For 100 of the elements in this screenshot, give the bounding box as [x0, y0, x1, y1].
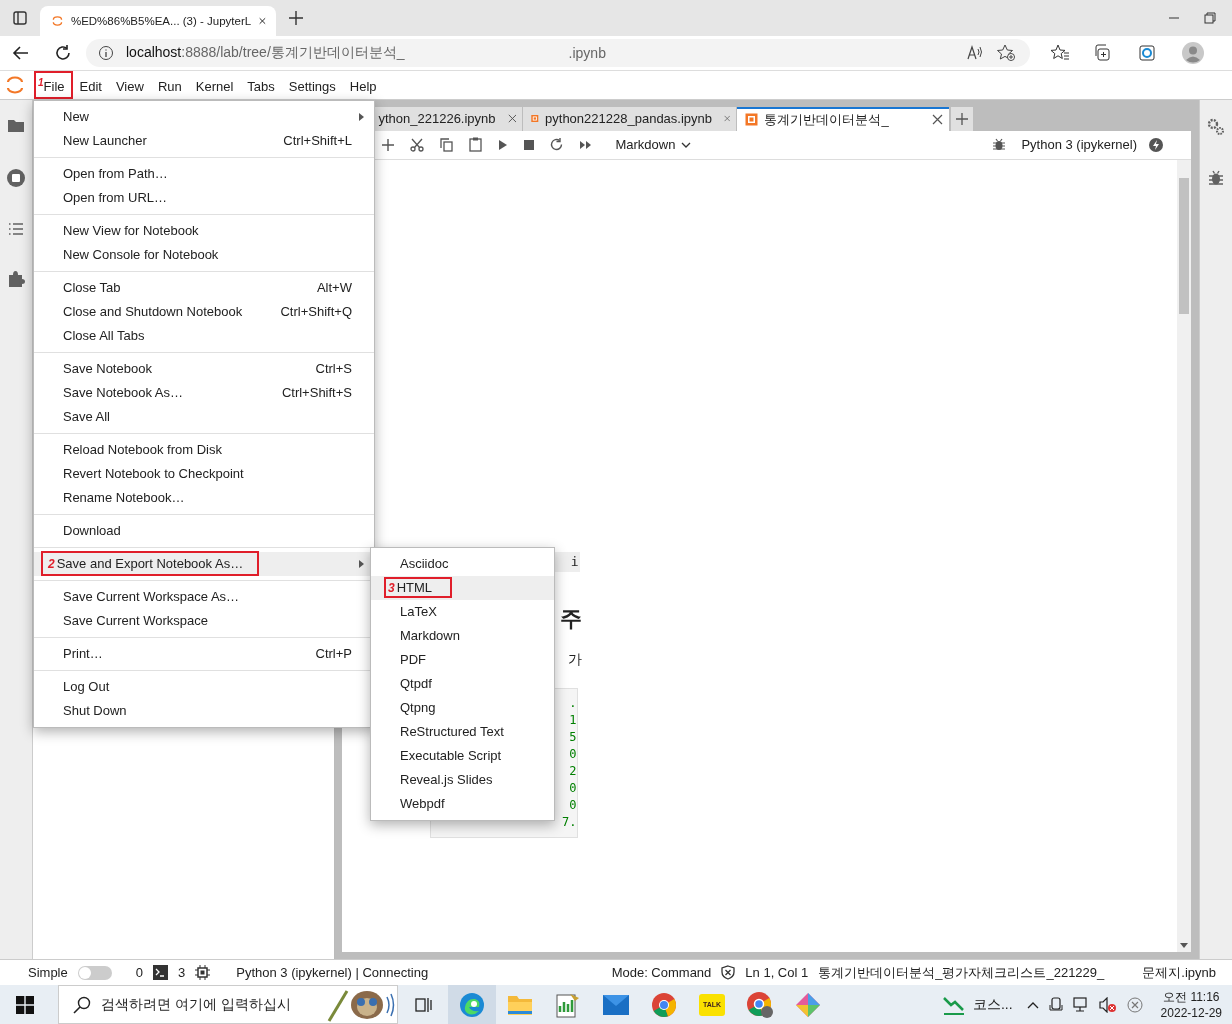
copy-icon[interactable]	[440, 137, 454, 152]
menu-item[interactable]: Close Tab Alt+W	[34, 275, 374, 300]
text-fragment: 가	[568, 650, 583, 667]
menu-item[interactable]: Rename Notebook…	[34, 485, 374, 510]
taskbar-search-field[interactable]: 검색하려면 여기에 입력하십시	[58, 985, 398, 1024]
notebook-tab[interactable]: python221228_pandas.ipynb	[523, 106, 737, 131]
menu-item[interactable]: Executable Script	[371, 743, 554, 768]
kernel-name[interactable]: Python 3 (ipykernel)	[1021, 137, 1138, 153]
scroll-down-icon[interactable]	[1180, 943, 1189, 949]
menu-item[interactable]: PDF	[371, 647, 554, 672]
stop-icon[interactable]	[524, 139, 535, 150]
scrollbar-thumb[interactable]	[1179, 177, 1190, 314]
muted-speaker-icon[interactable]	[1098, 996, 1117, 1013]
menu-item[interactable]: New Console for Notebook	[34, 242, 374, 267]
stop-circle-icon[interactable]	[5, 167, 26, 188]
menu-item[interactable]: Save All	[34, 404, 374, 429]
menu-item[interactable]: View	[108, 73, 151, 99]
menu-item[interactable]: Print… Ctrl+P	[34, 641, 374, 666]
network-icon[interactable]	[1072, 996, 1089, 1013]
notebook-tab[interactable]: 통계기반데이터분석_	[737, 106, 950, 131]
favorites-icon[interactable]	[1050, 43, 1070, 62]
menu-item[interactable]: Qtpdf	[371, 671, 554, 696]
menu-item[interactable]: Save Notebook As… Ctrl+Shift+S	[34, 380, 374, 405]
list-icon[interactable]	[7, 221, 24, 236]
menu-item[interactable]: Open from URL…	[34, 185, 374, 210]
mode-status: Mode: Command	[611, 965, 712, 981]
tab-actions-icon[interactable]	[12, 10, 28, 26]
menu-item[interactable]: Webpdf	[371, 791, 554, 816]
menu-item[interactable]: ReStructured Text	[371, 719, 554, 744]
menu-item[interactable]: Help	[342, 73, 384, 99]
menu-item[interactable]: Save Notebook Ctrl+S	[34, 356, 374, 381]
simple-toggle[interactable]	[77, 965, 112, 980]
run-icon[interactable]	[498, 138, 509, 151]
new-tab-icon[interactable]	[288, 10, 304, 26]
device-icon[interactable]	[1048, 996, 1063, 1013]
menu-item[interactable]: New Launcher Ctrl+Shift+L	[34, 128, 374, 153]
read-aloud-icon[interactable]	[966, 44, 984, 61]
menu-item[interactable]: Save Current Workspace As…	[34, 584, 374, 609]
windows-start-icon[interactable]	[16, 995, 34, 1014]
menu-item[interactable]: Log Out	[34, 674, 374, 699]
edge-extension-icon[interactable]	[1138, 43, 1158, 62]
address-field[interactable]: localhost:8888/lab/tree/통계기반데이터분석_ .ipynb	[86, 38, 1030, 67]
close-circle-icon[interactable]	[1126, 996, 1143, 1013]
file-name: 문제지.ipynb	[1142, 963, 1216, 982]
code-line: 0	[569, 780, 577, 795]
cut-icon[interactable]	[410, 137, 425, 152]
menu-item[interactable]: Save Current Workspace	[34, 608, 374, 633]
menu-item[interactable]: New View for Notebook	[34, 218, 374, 243]
kernel-status-icon	[1149, 137, 1164, 152]
add-tab-icon[interactable]	[951, 106, 974, 131]
menu-item[interactable]: 3HTML	[371, 575, 554, 600]
add-favorite-icon[interactable]	[996, 43, 1016, 62]
edge-browser-icon[interactable]	[448, 985, 496, 1024]
chevron-up-icon[interactable]	[1026, 1000, 1039, 1009]
menu-item[interactable]: Run	[150, 73, 189, 99]
clock-time[interactable]: 오전 11:16	[1163, 988, 1220, 1005]
menu-item[interactable]: Tabs	[240, 73, 282, 99]
browser-tab[interactable]: %ED%86%B5%EA... (3) - JupyterL	[40, 6, 276, 36]
menu-item[interactable]: Qtpng	[371, 695, 554, 720]
menu-item[interactable]: Kernel	[188, 73, 241, 99]
kernel-count: 3	[178, 965, 186, 981]
cursor-position: Ln 1, Col 1	[745, 965, 809, 981]
menu-item[interactable]: $^{1}$File	[34, 70, 73, 99]
menu-item[interactable]: Close All Tabs	[34, 323, 374, 348]
close-icon[interactable]	[507, 113, 517, 125]
menu-item[interactable]: Edit	[72, 73, 109, 99]
restart-icon[interactable]	[550, 138, 564, 152]
folder-icon[interactable]	[6, 117, 25, 134]
menu-item[interactable]: Markdown	[371, 623, 554, 648]
tray-app-label[interactable]: 코스...	[972, 995, 1013, 1014]
clock-date[interactable]: 2022-12-29	[1160, 1004, 1222, 1021]
code-line: .	[569, 695, 577, 710]
menu-item[interactable]: Download	[34, 518, 374, 543]
menu-item[interactable]: Shut Down	[34, 698, 374, 723]
menu-item[interactable]: Asciidoc	[371, 551, 554, 576]
back-icon[interactable]	[12, 43, 30, 62]
code-line: 5	[569, 729, 577, 744]
cell-type-dropdown[interactable]: Markdown	[615, 137, 692, 153]
refresh-icon[interactable]	[54, 43, 72, 62]
bug-icon[interactable]	[1209, 169, 1224, 186]
settings-icon[interactable]	[1207, 117, 1226, 136]
menu-item[interactable]: Close and Shutdown Notebook Ctrl+Shift+Q	[34, 299, 374, 324]
puzzle-icon[interactable]	[6, 269, 25, 288]
close-icon[interactable]	[259, 16, 266, 26]
menu-item[interactable]: Reload Notebook from Disk	[34, 437, 374, 462]
menu-item[interactable]: Open from Path…	[34, 161, 374, 186]
restore-icon[interactable]	[1204, 12, 1216, 24]
paste-icon[interactable]	[469, 137, 483, 153]
bug-icon[interactable]	[993, 138, 1006, 152]
menu-item[interactable]: LaTeX	[371, 599, 554, 624]
menu-item[interactable]: Settings	[281, 73, 343, 99]
task-view-icon[interactable]	[414, 995, 432, 1014]
chart-tray-icon[interactable]	[942, 994, 965, 1015]
search-icon	[73, 995, 91, 1014]
close-icon[interactable]	[932, 114, 944, 126]
terminal-icon	[153, 965, 168, 981]
profile-avatar-icon[interactable]	[1182, 41, 1204, 64]
add-icon[interactable]	[382, 138, 395, 151]
menu-item[interactable]: Revert Notebook to Checkpoint	[34, 461, 374, 486]
menu-item[interactable]: Reveal.js Slides	[371, 767, 554, 792]
